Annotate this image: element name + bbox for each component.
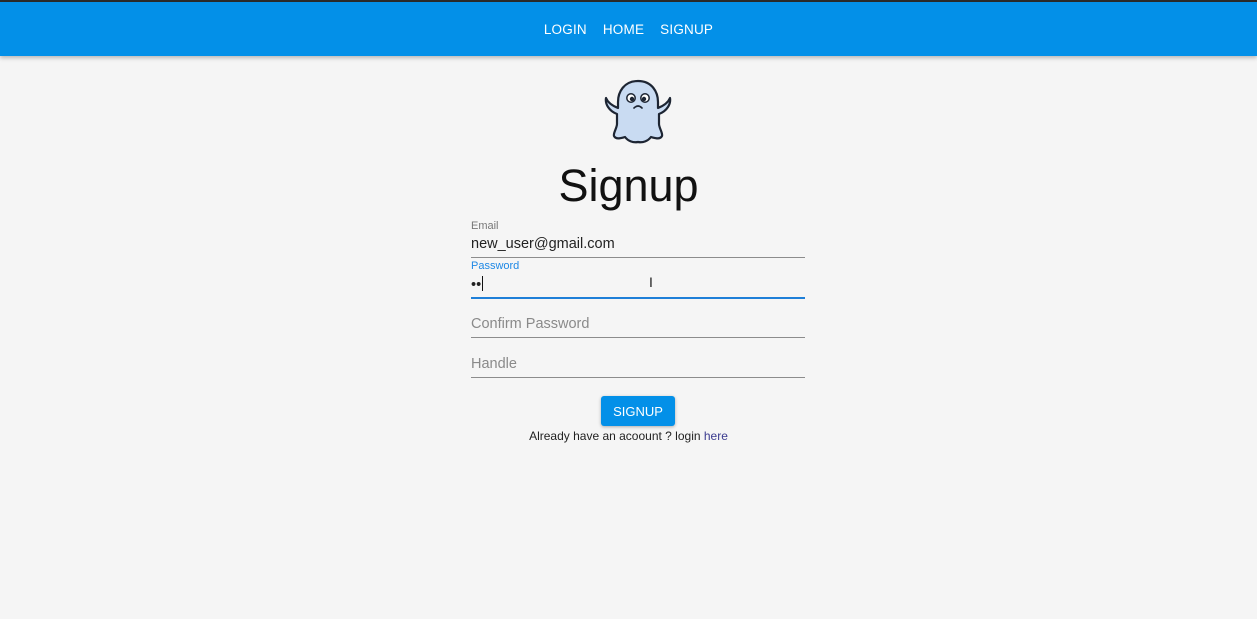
email-underline xyxy=(471,257,805,258)
handle-underline xyxy=(471,377,805,378)
confirm-password-underline xyxy=(471,337,805,338)
email-field[interactable]: Email new_user@gmail.com xyxy=(471,220,805,260)
handle-input[interactable]: Handle xyxy=(471,356,517,372)
email-input[interactable]: new_user@gmail.com xyxy=(471,236,615,252)
login-prompt-text: Already have an acoount ? login xyxy=(529,429,704,443)
password-input[interactable]: •• xyxy=(471,276,484,293)
nav-home[interactable]: HOME xyxy=(603,22,644,37)
password-field[interactable]: Password •• xyxy=(471,260,805,300)
handle-field[interactable]: Handle xyxy=(471,340,805,380)
password-underline xyxy=(471,297,805,299)
text-cursor-icon: I xyxy=(649,274,653,290)
app-bar: LOGIN HOME SIGNUP xyxy=(0,2,1257,56)
confirm-password-field[interactable]: Confirm Password xyxy=(471,300,805,340)
nav-login[interactable]: LOGIN xyxy=(544,22,587,37)
nav-signup[interactable]: SIGNUP xyxy=(660,22,713,37)
password-label: Password xyxy=(471,260,520,272)
login-here-link[interactable]: here xyxy=(704,429,728,443)
password-value: •• xyxy=(471,277,482,293)
ghost-icon xyxy=(604,79,672,144)
text-caret xyxy=(482,276,484,291)
page-title: Signup xyxy=(558,160,699,211)
login-prompt: Already have an acoount ? login here xyxy=(0,429,1257,443)
signup-button[interactable]: SIGNUP xyxy=(601,396,675,426)
email-label: Email xyxy=(471,220,499,232)
confirm-password-input[interactable]: Confirm Password xyxy=(471,316,589,332)
